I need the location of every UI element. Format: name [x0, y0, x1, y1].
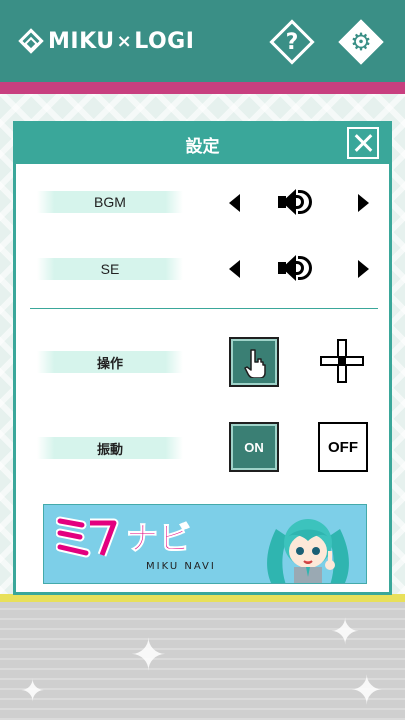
banner-logo-text: ナビ [125, 519, 193, 558]
bgm-decrease-arrow-icon[interactable] [229, 194, 240, 212]
dpad-control-option[interactable] [318, 337, 368, 387]
bgm-increase-arrow-icon[interactable] [358, 194, 369, 212]
dpad-center [338, 357, 346, 365]
vibration-label: 振動 [37, 437, 183, 459]
settings-dialog: 設定 BGM SE 操作 振動 ON OFF ナビ MIKU NAVI [13, 121, 392, 595]
dialog-title: 設定 [185, 136, 220, 157]
logo-diamond-icon [18, 28, 44, 54]
dialog-header: 設定 [16, 124, 389, 164]
vibration-on-label: ON [244, 439, 264, 455]
sparkle-icon: ✦ [350, 668, 384, 714]
bgm-label: BGM [37, 191, 183, 213]
vibration-off-label: OFF [328, 438, 358, 456]
banner-subtitle: MIKU NAVI [146, 561, 216, 572]
tap-hand-icon [244, 349, 266, 378]
control-label: 操作 [37, 351, 183, 373]
app-logo: MIKU × LOGI [18, 26, 195, 56]
app-title-left: MIKU [48, 28, 115, 54]
header-accent-stripe [0, 82, 405, 94]
app-title-right: LOGI [134, 28, 195, 54]
settings-button[interactable]: ⚙ [338, 19, 384, 65]
touch-control-option[interactable] [229, 337, 279, 387]
se-decrease-arrow-icon[interactable] [229, 260, 240, 278]
miku-character-illustration [267, 519, 349, 583]
vibration-off-button[interactable]: OFF [318, 422, 368, 472]
gear-icon: ⚙ [350, 28, 372, 56]
mi-katakana-logo-icon [56, 516, 119, 558]
section-divider [30, 308, 378, 309]
help-button[interactable]: ? [269, 19, 315, 65]
sparkle-icon: ✦ [130, 630, 167, 681]
sparkle-icon: ✦ [20, 674, 46, 709]
se-label: SE [37, 258, 183, 280]
sparkle-icon: ✦ [330, 612, 361, 653]
close-button[interactable] [347, 127, 379, 159]
app-title-times: × [116, 30, 133, 52]
vibration-on-button[interactable]: ON [229, 422, 279, 472]
se-speaker-icon [278, 253, 316, 283]
miku-navi-banner[interactable]: ナビ MIKU NAVI [43, 504, 367, 584]
bgm-speaker-icon [278, 187, 316, 217]
question-mark-icon: ? [285, 29, 299, 55]
se-increase-arrow-icon[interactable] [358, 260, 369, 278]
background-yellow-stripe [0, 594, 405, 602]
